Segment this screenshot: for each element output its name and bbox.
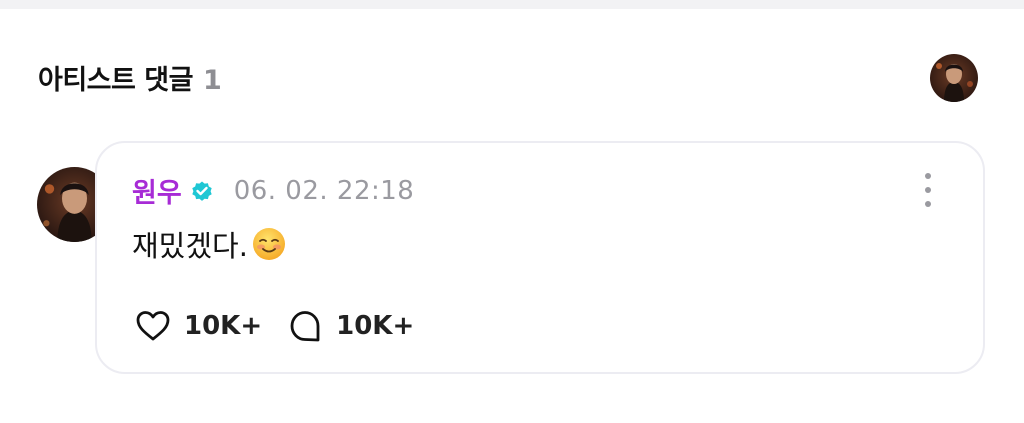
reply-button[interactable]: 10K+ <box>286 307 414 345</box>
avatar-image <box>930 54 978 102</box>
verified-badge-icon <box>191 181 212 201</box>
comment-count: 1 <box>202 65 222 96</box>
section-header: 아티스트 댓글 1 <box>38 58 222 97</box>
comment-actions: 10K+ 10K+ <box>134 307 414 345</box>
top-divider-strip <box>0 0 1024 9</box>
smiling-face-icon <box>252 228 285 260</box>
comment-header: 원우 06. 02. 22:18 <box>132 171 414 210</box>
speech-bubble-icon <box>290 311 320 342</box>
comment-text: 재밌겠다. <box>132 229 248 263</box>
like-count: 10K+ <box>184 311 263 341</box>
more-vertical-icon <box>925 173 931 179</box>
comment-timestamp: 06. 02. 22:18 <box>233 175 415 206</box>
comment-body: 재밌겠다. <box>132 223 286 265</box>
more-options-button[interactable] <box>917 173 939 207</box>
heart-icon <box>136 311 170 341</box>
reply-count: 10K+ <box>336 311 415 341</box>
section-title: 아티스트 댓글 <box>38 65 193 96</box>
author-name[interactable]: 원우 <box>132 171 182 210</box>
artist-avatar-small[interactable] <box>930 54 978 102</box>
more-dot <box>925 187 931 193</box>
more-dot <box>925 201 931 207</box>
like-button[interactable]: 10K+ <box>134 307 262 345</box>
artist-comment-card[interactable]: 원우 06. 02. 22:18 재밌겠다. 10K+ 10K+ <box>95 141 985 374</box>
